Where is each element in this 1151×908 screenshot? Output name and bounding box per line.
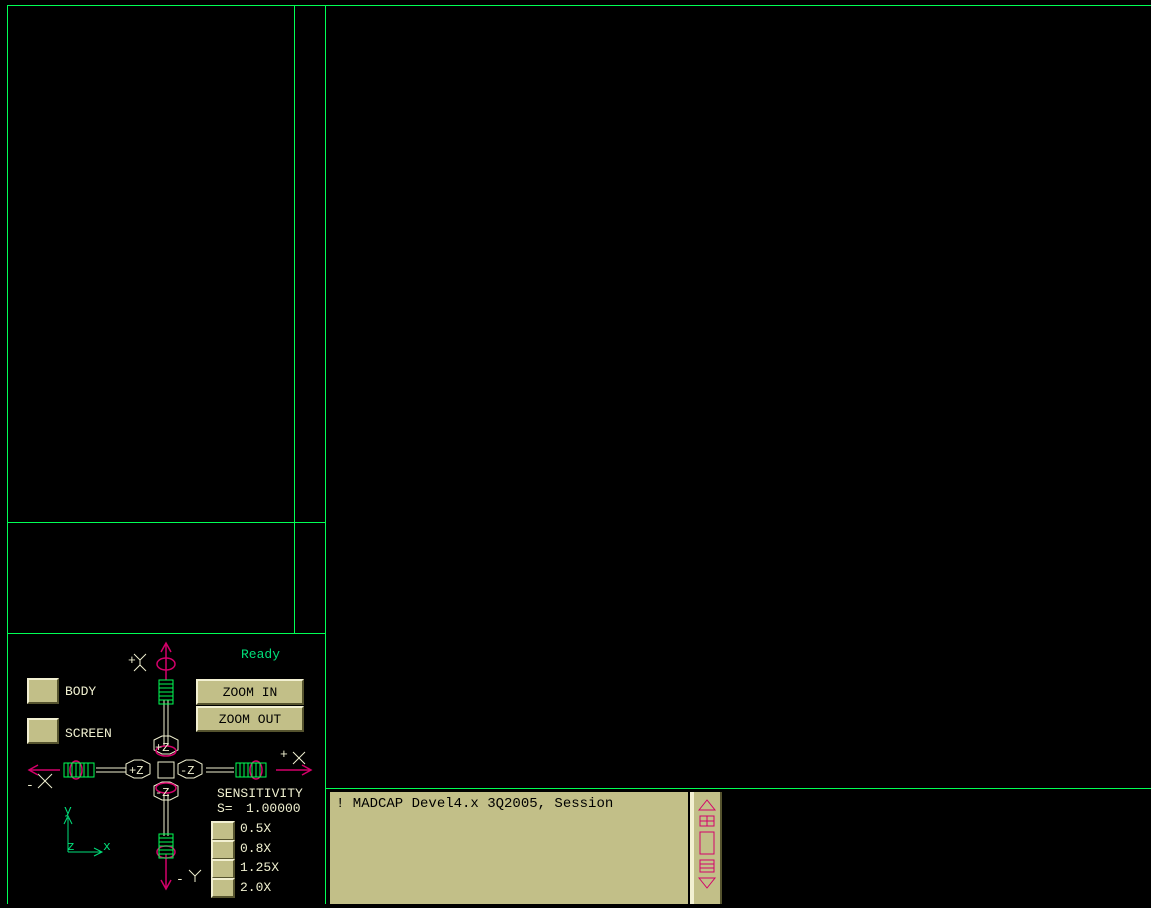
sensitivity-option-label: 2.0X [240,880,272,895]
scroll-thumb-icon [699,831,715,855]
minus-z-bottom-label[interactable]: -Z [155,786,169,800]
sensitivity-option-label: 0.5X [240,821,272,836]
divider-horizontal-1 [7,522,325,523]
divider-console [325,788,1151,789]
console-output[interactable]: ! MADCAP Devel4.x 3Q2005, Session [330,792,688,904]
sensitivity-option-checkbox[interactable] [211,859,235,879]
frame-left [7,5,8,904]
triad-x-label: x [103,839,111,854]
divider-horizontal-2 [7,633,325,634]
minus-z-right-label[interactable]: -Z [180,764,194,778]
plus-z-left-label[interactable]: +Z [129,764,143,778]
sensitivity-option-checkbox[interactable] [211,878,235,898]
scroll-down-icon [697,877,717,889]
sensitivity-option-label: 0.8X [240,841,272,856]
triad-z-label: z [67,839,75,854]
sensitivity-value-label: S= [217,801,233,816]
console-scrollbar[interactable] [690,792,722,904]
divider-vertical-main [325,5,326,904]
sensitivity-option-checkbox[interactable] [211,840,235,860]
divider-vertical-left [294,5,295,633]
sensitivity-title: SENSITIVITY [217,786,303,801]
sensitivity-option-checkbox[interactable] [211,821,235,841]
frame-top [7,5,1151,6]
triad-y-label: y [64,803,72,818]
page-down-icon [699,859,715,873]
sensitivity-value: 1.00000 [246,801,301,816]
console-text: ! MADCAP Devel4.x 3Q2005, Session [336,796,614,812]
scroll-up-icon [697,799,717,811]
scrollbar-icons [697,799,717,889]
sensitivity-option-label: 1.25X [240,860,280,875]
plus-z-top-label[interactable]: +Z [155,741,169,755]
